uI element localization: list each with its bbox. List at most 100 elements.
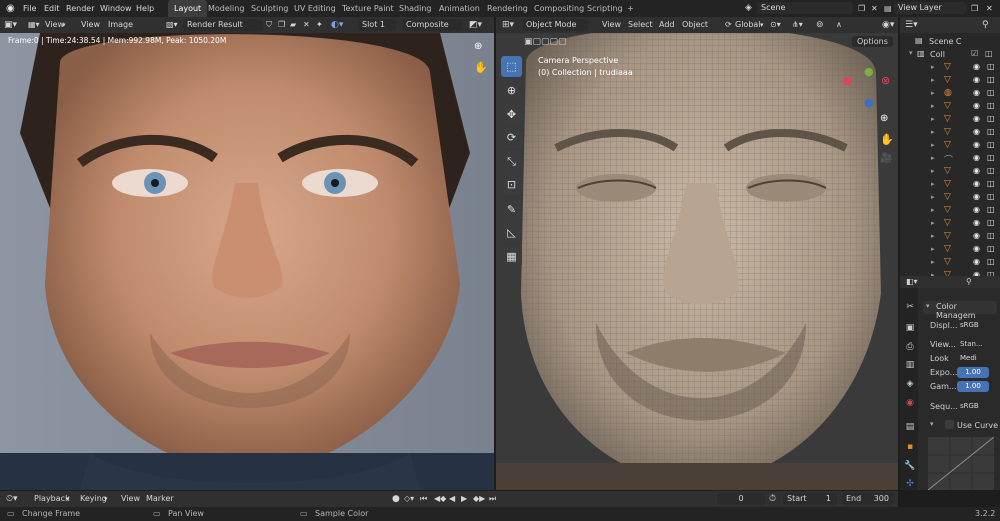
editor-type-icon[interactable]: ▣▾ (4, 17, 17, 33)
annotate-tool-icon[interactable]: ✎ (501, 199, 522, 220)
outliner-object-row[interactable]: ▸ ▽ ◉ ◫ (903, 218, 1000, 231)
camera-render-icon[interactable]: ◫ (987, 153, 995, 162)
scale-tool-icon[interactable]: ⤡ (501, 151, 522, 172)
tab-layout[interactable]: Layout (168, 0, 208, 17)
chevron-right-icon[interactable]: ▸ (931, 128, 935, 136)
chevron-down-icon[interactable]: ▾ (909, 49, 913, 57)
next-keyframe-icon[interactable]: ◆▶ (473, 491, 485, 507)
eye-icon[interactable]: ◉ (973, 62, 980, 71)
outliner-object-row[interactable]: ▸ ▽ ◉ ◫ (903, 140, 1000, 153)
unlink-image-icon[interactable]: ✕ (303, 17, 310, 33)
outliner-object-row[interactable]: ▸ ▽ ◉ ◫ (903, 114, 1000, 127)
jump-start-icon[interactable]: ⏮ (420, 491, 427, 507)
world-tab-icon[interactable]: ◉ (903, 396, 917, 410)
tab-rendering[interactable]: Rendering (487, 0, 528, 17)
graph-icon[interactable]: ∧ (836, 17, 842, 33)
outliner-object-row[interactable]: ▸ ▽ ◉ ◫ (903, 257, 1000, 270)
menu-render[interactable]: Render (66, 0, 94, 17)
render-pass-selector[interactable]: Composite (402, 19, 462, 31)
clock-icon[interactable]: ⏱ (769, 491, 776, 507)
collection-tab-icon[interactable]: ▤ (903, 420, 917, 434)
display-channels-icon[interactable]: ◐▾ (331, 17, 343, 33)
chevron-right-icon[interactable]: ▸ (931, 232, 935, 240)
scene-selector[interactable]: Scene (757, 2, 853, 14)
eye-icon[interactable]: ◉ (973, 205, 980, 214)
image-name-field[interactable]: Render Result (183, 19, 263, 31)
chevron-right-icon[interactable]: ▸ (931, 102, 935, 110)
chevron-down-icon[interactable]: ▾ (930, 420, 934, 428)
outliner-object-row[interactable]: ▸ ⌒ ◉ ◫ (903, 153, 1000, 166)
eye-icon[interactable]: ◉ (973, 166, 980, 175)
measure-tool-icon[interactable]: ◺ (501, 222, 522, 243)
chevron-right-icon[interactable]: ▸ (931, 206, 935, 214)
camera-render-icon[interactable]: ◫ (987, 218, 995, 227)
snap-icon[interactable]: ⋔▾ (792, 17, 803, 33)
record-icon[interactable]: ● (392, 491, 400, 507)
color-management-field-value[interactable]: 1.00 (957, 367, 989, 378)
pan-hand-icon[interactable]: ✋ (474, 61, 488, 74)
fake-user-icon[interactable]: ⛉ (266, 17, 272, 33)
render-tab-icon[interactable]: ▣ (903, 321, 917, 335)
outliner-object-row[interactable]: ▸ ▽ ◉ ◫ (903, 166, 1000, 179)
chevron-right-icon[interactable]: ▸ (931, 193, 935, 201)
output-tab-icon[interactable]: ⎙ (903, 340, 917, 354)
outliner-object-row[interactable]: ▸ ▽ ◉ ◫ (903, 205, 1000, 218)
marker-menu[interactable]: Marker (146, 491, 174, 507)
timeline-view-menu[interactable]: View (121, 491, 140, 507)
select-box-tool-icon[interactable]: ⬚ (501, 56, 522, 77)
camera-render-icon[interactable]: ◫ (985, 49, 993, 58)
eye-icon[interactable]: ◉ (973, 88, 980, 97)
scene-delete-icon[interactable]: ✕ (871, 0, 878, 17)
search-icon[interactable]: ⚲ (966, 277, 972, 286)
camera-render-icon[interactable]: ◫ (987, 192, 995, 201)
play-reverse-icon[interactable]: ◀ (449, 491, 455, 507)
chevron-right-icon[interactable]: ▸ (931, 219, 935, 227)
color-management-field-value[interactable]: sRGB (957, 320, 989, 331)
camera-render-icon[interactable]: ◫ (987, 166, 995, 175)
eye-icon[interactable]: ◉ (973, 127, 980, 136)
eye-icon[interactable]: ◉ (973, 218, 980, 227)
scene-new-icon[interactable]: ❐ (858, 0, 865, 17)
properties-type-icon[interactable]: ◧▾ (906, 277, 918, 286)
tab-shading[interactable]: Shading (399, 0, 432, 17)
play-icon[interactable]: ▶ (461, 491, 467, 507)
viewport-menu-add[interactable]: Add (659, 17, 675, 33)
image-mode-icon[interactable]: ▦▾ (28, 17, 40, 33)
select-mode-icons[interactable]: ▣▢▢▢▢ (524, 37, 567, 47)
camera-render-icon[interactable]: ◫ (987, 205, 995, 214)
viewport-menu-object[interactable]: Object (682, 17, 708, 33)
outliner-object-row[interactable]: ▸ ▽ ◉ ◫ (903, 75, 1000, 88)
chevron-right-icon[interactable]: ▸ (931, 89, 935, 97)
chevron-down-icon[interactable]: ▾ (66, 491, 70, 507)
chevron-right-icon[interactable]: ▸ (931, 141, 935, 149)
zoom-icon[interactable]: ⊕ (880, 113, 888, 124)
eye-icon[interactable]: ◉ (973, 257, 980, 266)
eye-icon[interactable]: ◉ (973, 244, 980, 253)
gizmo-z-icon[interactable]: ● (864, 96, 874, 109)
camera-render-icon[interactable]: ◫ (987, 140, 995, 149)
keying-menu[interactable]: Keying (80, 491, 107, 507)
eye-icon[interactable]: ◉ (973, 231, 980, 240)
modifier-tab-icon[interactable]: 🔧 (903, 459, 917, 473)
chevron-down-icon[interactable]: ▾ (104, 491, 108, 507)
view-layer-new-icon[interactable]: ❐ (971, 0, 978, 17)
outliner-object-row[interactable]: ▸ ▽ ◉ ◫ (903, 244, 1000, 257)
chevron-right-icon[interactable]: ▸ (931, 167, 935, 175)
camera-render-icon[interactable]: ◫ (987, 244, 995, 253)
camera-render-icon[interactable]: ◫ (987, 75, 995, 84)
color-management-field-value[interactable]: Stan... (957, 339, 989, 350)
color-management-panel-header[interactable]: ▾ Color Managem (923, 301, 997, 320)
current-frame-field[interactable]: 0 (717, 493, 765, 505)
tab-uv-editing[interactable]: UV Editing (294, 0, 336, 17)
tab-texture-paint[interactable]: Texture Paint (342, 0, 394, 17)
chevron-right-icon[interactable]: ▸ (931, 258, 935, 266)
move-tool-icon[interactable]: ✥ (501, 104, 522, 125)
pan-hand-icon[interactable]: ✋ (880, 133, 894, 146)
tool-tab-icon[interactable]: ✂ (903, 300, 917, 314)
proportional-edit-icon[interactable]: ⊚ (816, 17, 824, 33)
scene-tab-icon[interactable]: ◈ (903, 377, 917, 391)
use-curves-checkbox[interactable] (945, 420, 954, 429)
image-browse-icon[interactable]: ▧▾ (166, 17, 178, 33)
color-management-field-value[interactable]: Medi (957, 353, 989, 364)
outliner-object-row[interactable]: ▸ ▽ ◉ ◫ (903, 192, 1000, 205)
